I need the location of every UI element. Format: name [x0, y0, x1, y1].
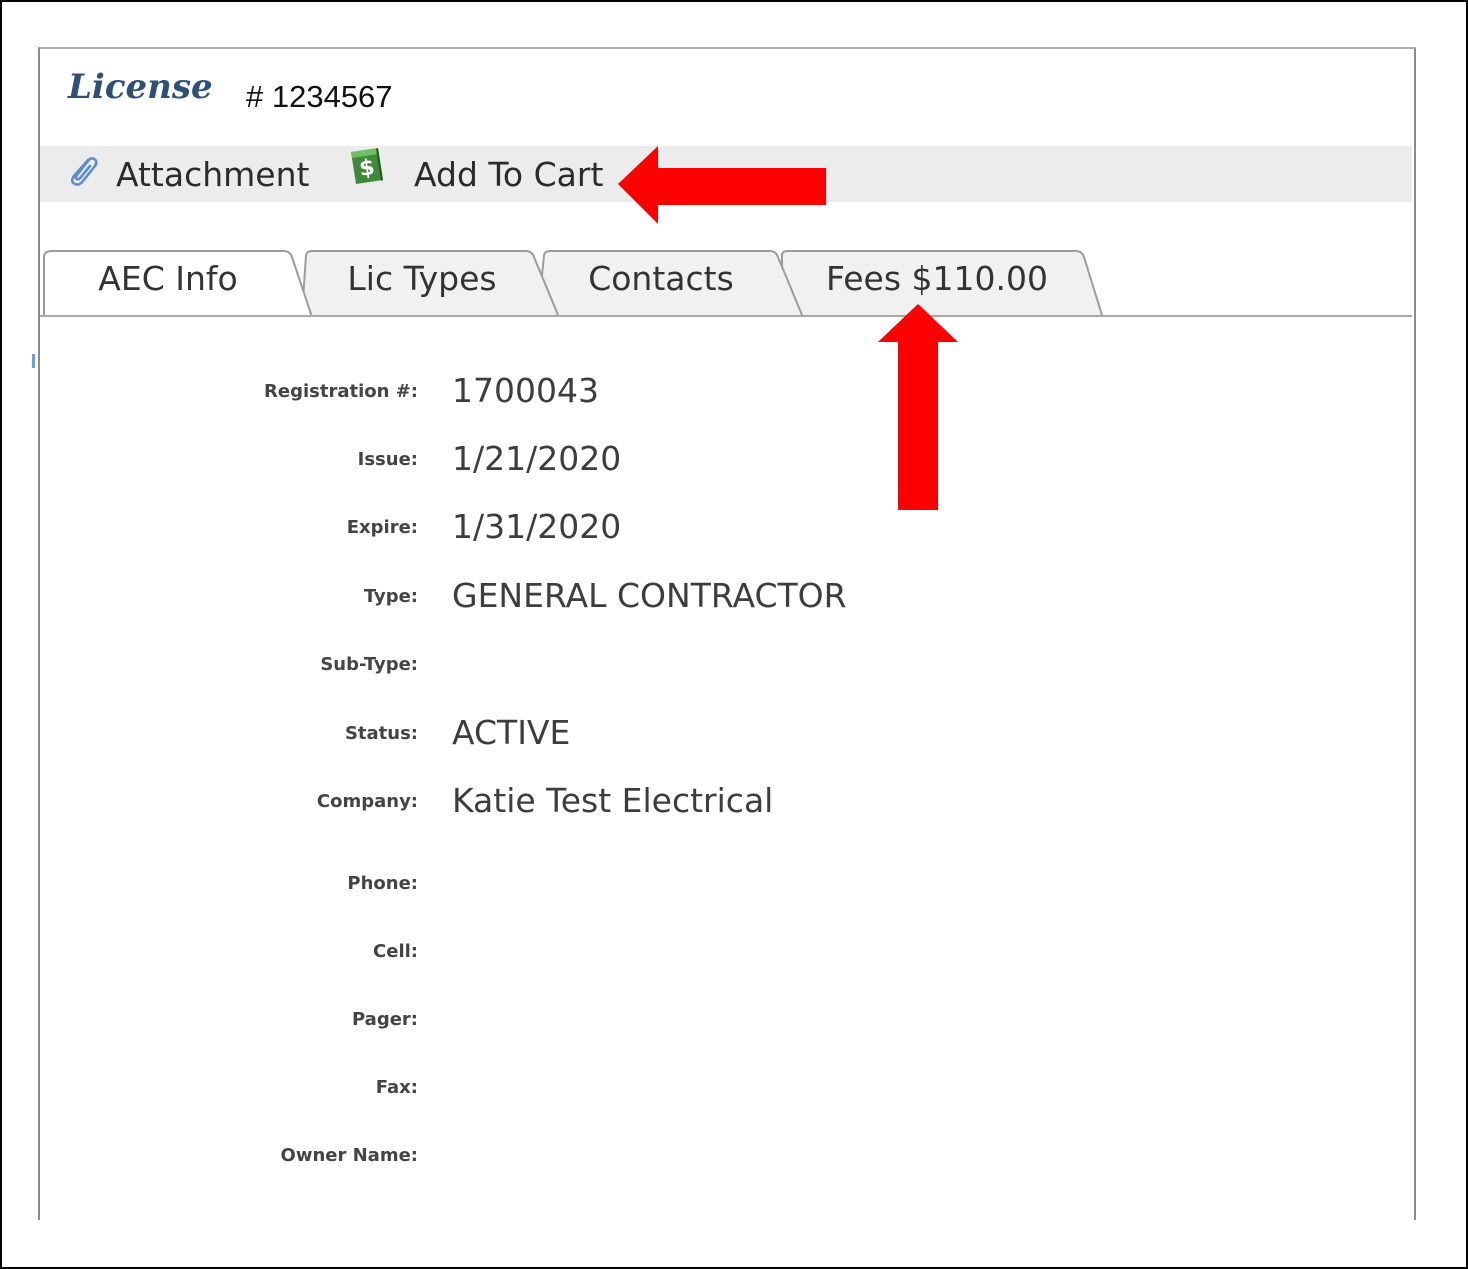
field-label: Type: [363, 586, 418, 607]
field-company: Company: Katie Test Electrical [40, 781, 1412, 821]
dollar-sign-icon: $ [351, 148, 383, 184]
field-label: Status: [344, 723, 418, 744]
field-registration: Registration #: 1700043 [40, 371, 1412, 411]
screenshot-frame: License # 1234567 Attachment $ Add To Ca… [0, 0, 1468, 1269]
tab-fees[interactable]: Fees $110.00 [792, 247, 1082, 313]
field-value: 1/21/2020 [452, 439, 622, 478]
field-label: Phone: [347, 873, 418, 894]
field-value: Katie Test Electrical [452, 781, 774, 820]
license-number: # 1234567 [246, 79, 393, 114]
action-toolbar: Attachment $ Add To Cart [40, 146, 1412, 202]
field-label: Registration #: [264, 381, 418, 402]
field-value: ACTIVE [452, 713, 571, 752]
field-label: Owner Name: [280, 1145, 418, 1166]
field-owner-name: Owner Name: [40, 1135, 1412, 1175]
tab-label: Fees $110.00 [826, 259, 1048, 298]
field-label: Sub-Type: [320, 654, 418, 675]
field-value: 1700043 [452, 371, 599, 410]
tab-label: AEC Info [98, 259, 238, 298]
field-label: Cell: [373, 941, 418, 962]
field-label: Expire: [346, 517, 418, 538]
paperclip-icon [70, 157, 98, 186]
field-label: Fax: [375, 1077, 418, 1098]
field-status: Status: ACTIVE [40, 713, 1412, 753]
attachment-label: Attachment [116, 154, 310, 194]
tab-label: Lic Types [347, 259, 497, 298]
tab-aec-info[interactable]: AEC Info [46, 247, 290, 313]
field-cell: Cell: [40, 931, 1412, 971]
field-type: Type: GENERAL CONTRACTOR [40, 576, 1412, 616]
field-label: Company: [316, 791, 418, 812]
side-marker [32, 354, 35, 368]
field-value: 1/31/2020 [452, 507, 622, 546]
field-label: Pager: [351, 1009, 418, 1030]
field-value: GENERAL CONTRACTOR [452, 576, 847, 615]
field-phone: Phone: [40, 863, 1412, 903]
field-issue: Issue: 1/21/2020 [40, 439, 1412, 479]
field-expire: Expire: 1/31/2020 [40, 507, 1412, 547]
field-pager: Pager: [40, 999, 1412, 1039]
field-fax: Fax: [40, 1067, 1412, 1107]
tab-lic-types[interactable]: Lic Types [312, 247, 532, 313]
tab-bar: AEC Info Lic Types Contacts Fees $110.00 [40, 247, 1412, 317]
field-label: Issue: [357, 449, 418, 470]
license-title: License [68, 67, 213, 107]
attachment-button[interactable]: Attachment [66, 146, 309, 202]
add-to-cart-label: Add To Cart [414, 154, 604, 194]
license-panel: License # 1234567 Attachment $ Add To Ca… [38, 47, 1416, 1220]
tab-label: Contacts [588, 259, 734, 298]
tab-contacts[interactable]: Contacts [548, 247, 774, 313]
add-to-cart-button[interactable]: $ Add To Cart [348, 146, 603, 202]
field-sub-type: Sub-Type: [40, 644, 1412, 684]
